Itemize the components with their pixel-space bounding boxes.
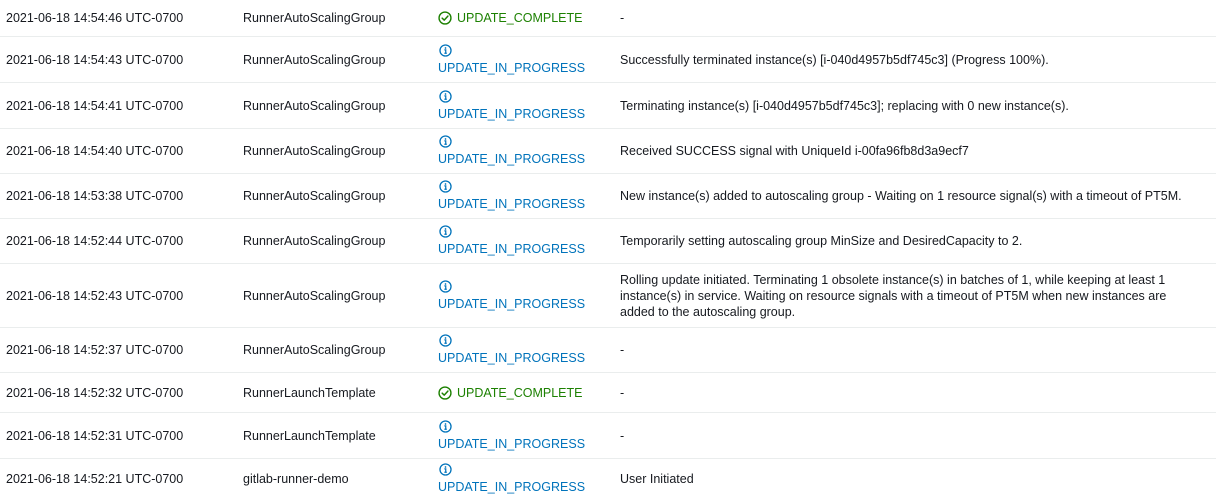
- status-cell: UPDATE_IN_PROGRESS: [438, 463, 620, 495]
- status-reason-cell: New instance(s) added to autoscaling gro…: [620, 189, 1182, 203]
- table-row: 2021-06-18 14:54:41 UTC-0700 RunnerAutoS…: [0, 83, 1216, 129]
- status-reason-cell: Successfully terminated instance(s) [i-0…: [620, 52, 1049, 67]
- info-circle-icon: [439, 43, 452, 57]
- logical-id-cell[interactable]: RunnerLaunchTemplate: [243, 428, 438, 444]
- timestamp-cell: 2021-06-18 14:54:46 UTC-0700: [6, 11, 184, 25]
- info-circle-icon: [439, 180, 452, 193]
- status-badge: UPDATE_IN_PROGRESS: [438, 279, 620, 312]
- info-circle-icon: [439, 89, 452, 103]
- table-row: 2021-06-18 14:52:31 UTC-0700 RunnerLaunc…: [0, 413, 1216, 459]
- status-badge: UPDATE_IN_PROGRESS: [438, 419, 620, 452]
- info-circle-icon: [439, 334, 452, 347]
- check-circle-icon: [438, 385, 452, 400]
- status-cell: UPDATE_IN_PROGRESS: [438, 419, 620, 452]
- info-circle-icon: [439, 419, 452, 433]
- logical-id-cell[interactable]: RunnerAutoScalingGroup: [243, 98, 438, 114]
- status-label: UPDATE_IN_PROGRESS: [438, 152, 586, 166]
- timestamp-cell: 2021-06-18 14:54:41 UTC-0700: [6, 98, 184, 113]
- status-cell: UPDATE_IN_PROGRESS: [438, 89, 620, 122]
- stack-events-table: 2021-06-18 14:54:46 UTC-0700 RunnerAutoS…: [0, 0, 1216, 497]
- status-label: UPDATE_IN_PROGRESS: [438, 351, 586, 365]
- timestamp-cell: 2021-06-18 14:52:44 UTC-0700: [6, 234, 184, 248]
- timestamp-cell: 2021-06-18 14:52:43 UTC-0700: [6, 288, 184, 303]
- table-row: 2021-06-18 14:52:37 UTC-0700 RunnerAutoS…: [0, 328, 1216, 373]
- timestamp-cell: 2021-06-18 14:52:21 UTC-0700: [6, 472, 184, 486]
- status-cell: UPDATE_IN_PROGRESS: [438, 334, 620, 366]
- status-label: UPDATE_COMPLETE: [457, 11, 583, 25]
- timestamp-cell: 2021-06-18 14:53:38 UTC-0700: [6, 189, 184, 203]
- status-cell: UPDATE_COMPLETE: [438, 10, 620, 26]
- logical-id-cell[interactable]: RunnerAutoScalingGroup: [243, 10, 438, 26]
- status-cell: UPDATE_IN_PROGRESS: [438, 135, 620, 167]
- logical-id-cell[interactable]: RunnerAutoScalingGroup: [243, 52, 438, 68]
- timestamp-cell: 2021-06-18 14:52:32 UTC-0700: [6, 385, 184, 400]
- status-label: UPDATE_COMPLETE: [457, 385, 583, 400]
- table-row: 2021-06-18 14:54:46 UTC-0700 RunnerAutoS…: [0, 0, 1216, 37]
- table-row: 2021-06-18 14:52:21 UTC-0700 gitlab-runn…: [0, 459, 1216, 497]
- table-row: 2021-06-18 14:52:32 UTC-0700 RunnerLaunc…: [0, 373, 1216, 413]
- status-badge: UPDATE_COMPLETE: [438, 385, 620, 401]
- status-badge: UPDATE_IN_PROGRESS: [438, 180, 620, 212]
- status-cell: UPDATE_IN_PROGRESS: [438, 43, 620, 76]
- timestamp-cell: 2021-06-18 14:52:31 UTC-0700: [6, 428, 184, 443]
- status-reason-cell: Received SUCCESS signal with UniqueId i-…: [620, 144, 969, 158]
- logical-id-cell[interactable]: RunnerAutoScalingGroup: [243, 188, 438, 204]
- table-row: 2021-06-18 14:52:43 UTC-0700 RunnerAutoS…: [0, 264, 1216, 328]
- logical-id-cell[interactable]: gitlab-runner-demo: [243, 471, 438, 487]
- logical-id-cell[interactable]: RunnerAutoScalingGroup: [243, 342, 438, 358]
- status-badge: UPDATE_IN_PROGRESS: [438, 334, 620, 366]
- logical-id-cell[interactable]: RunnerLaunchTemplate: [243, 385, 438, 401]
- info-circle-icon: [439, 463, 452, 476]
- status-label: UPDATE_IN_PROGRESS: [438, 242, 586, 256]
- status-cell: UPDATE_IN_PROGRESS: [438, 279, 620, 312]
- status-badge: UPDATE_COMPLETE: [438, 10, 620, 26]
- table-row: 2021-06-18 14:52:44 UTC-0700 RunnerAutoS…: [0, 219, 1216, 264]
- status-label: UPDATE_IN_PROGRESS: [438, 480, 586, 494]
- status-reason-cell: Rolling update initiated. Terminating 1 …: [620, 272, 1167, 319]
- status-label: UPDATE_IN_PROGRESS: [438, 60, 586, 75]
- status-cell: UPDATE_IN_PROGRESS: [438, 180, 620, 212]
- status-badge: UPDATE_IN_PROGRESS: [438, 89, 620, 122]
- status-badge: UPDATE_IN_PROGRESS: [438, 225, 620, 257]
- status-reason-cell: Terminating instance(s) [i-040d4957b5df7…: [620, 98, 1069, 113]
- status-label: UPDATE_IN_PROGRESS: [438, 197, 586, 211]
- table-row: 2021-06-18 14:54:43 UTC-0700 RunnerAutoS…: [0, 37, 1216, 83]
- table-row: 2021-06-18 14:53:38 UTC-0700 RunnerAutoS…: [0, 174, 1216, 219]
- status-reason-cell: -: [620, 343, 625, 357]
- status-badge: UPDATE_IN_PROGRESS: [438, 43, 620, 76]
- logical-id-cell[interactable]: RunnerAutoScalingGroup: [243, 143, 438, 159]
- status-label: UPDATE_IN_PROGRESS: [438, 436, 586, 451]
- status-reason-cell: Temporarily setting autoscaling group Mi…: [620, 234, 1023, 248]
- table-row: 2021-06-18 14:54:40 UTC-0700 RunnerAutoS…: [0, 129, 1216, 174]
- logical-id-cell[interactable]: RunnerAutoScalingGroup: [243, 288, 438, 304]
- status-badge: UPDATE_IN_PROGRESS: [438, 135, 620, 167]
- status-badge: UPDATE_IN_PROGRESS: [438, 463, 620, 495]
- status-reason-cell: -: [620, 428, 625, 443]
- status-reason-cell: User Initiated: [620, 472, 694, 486]
- status-reason-cell: -: [620, 385, 625, 400]
- timestamp-cell: 2021-06-18 14:54:40 UTC-0700: [6, 144, 184, 158]
- info-circle-icon: [439, 225, 452, 238]
- timestamp-cell: 2021-06-18 14:54:43 UTC-0700: [6, 52, 184, 67]
- status-cell: UPDATE_COMPLETE: [438, 385, 620, 401]
- status-reason-cell: -: [620, 11, 625, 25]
- logical-id-cell[interactable]: RunnerAutoScalingGroup: [243, 233, 438, 249]
- info-circle-icon: [439, 279, 452, 293]
- timestamp-cell: 2021-06-18 14:52:37 UTC-0700: [6, 343, 184, 357]
- status-cell: UPDATE_IN_PROGRESS: [438, 225, 620, 257]
- info-circle-icon: [439, 135, 452, 148]
- status-label: UPDATE_IN_PROGRESS: [438, 106, 586, 121]
- status-label: UPDATE_IN_PROGRESS: [438, 296, 586, 311]
- check-circle-icon: [438, 11, 452, 25]
